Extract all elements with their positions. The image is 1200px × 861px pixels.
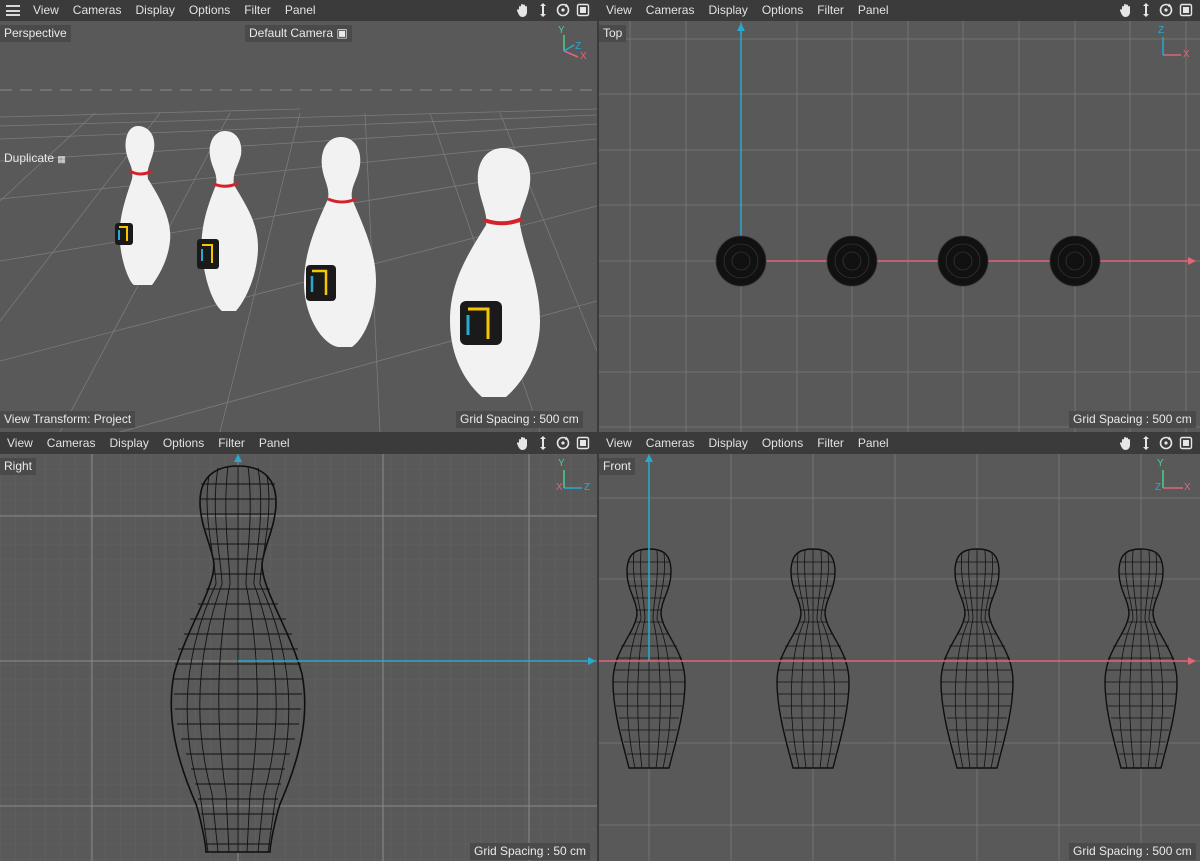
menu-panel[interactable]: Panel	[851, 433, 896, 454]
axis-y-label: Y	[558, 25, 565, 36]
grid-spacing: Grid Spacing : 50 cm	[470, 843, 591, 860]
axis-x-label: X	[1184, 482, 1191, 493]
camera-label[interactable]: Default Camera ▣	[245, 25, 352, 42]
rotate-icon[interactable]	[1158, 435, 1174, 451]
menu-view[interactable]: View	[26, 0, 66, 21]
axis-gizmo: Y X Z	[554, 458, 594, 494]
menu-cameras[interactable]: Cameras	[40, 433, 103, 454]
duplicate-text: Duplicate	[4, 151, 55, 165]
front-pin-4	[1104, 548, 1178, 769]
viewport-right[interactable]: View Cameras Display Options Filter Pane…	[0, 433, 597, 861]
axis-z-label: Z	[1158, 25, 1165, 36]
move-arrows-icon[interactable]	[1138, 435, 1154, 451]
axis-z-label: Z	[584, 482, 591, 493]
menu-display[interactable]: Display	[128, 0, 181, 21]
grid-spacing: Grid Spacing : 500 cm	[1069, 843, 1196, 860]
menu-display[interactable]: Display	[701, 0, 754, 21]
axis-x-label: X	[556, 482, 563, 493]
menu-panel[interactable]: Panel	[851, 0, 896, 21]
axis-z-label: Z	[1155, 482, 1162, 493]
menu-display[interactable]: Display	[701, 433, 754, 454]
perspective-scene	[0, 89, 597, 432]
hand-icon[interactable]	[1118, 435, 1134, 451]
front-pin-2	[776, 548, 850, 769]
menu-options[interactable]: Options	[755, 0, 810, 21]
menu-view[interactable]: View	[0, 433, 40, 454]
pin-3	[304, 137, 376, 347]
move-arrows-icon[interactable]	[535, 2, 551, 18]
viewport-name-top[interactable]: Top	[599, 25, 627, 42]
camera-name: Default Camera	[249, 26, 334, 40]
axis-y-label: Y	[558, 458, 565, 469]
grid-spacing: Grid Spacing : 500 cm	[456, 411, 583, 428]
front-scene	[599, 454, 1200, 861]
axis-x-label: X	[1183, 49, 1190, 60]
viewport-menubar: View Cameras Display Options Filter Pane…	[0, 0, 597, 21]
axis-y-label: Y	[1157, 458, 1164, 469]
top-canvas[interactable]: Top Grid Spacing : 500 cm Z X	[599, 21, 1200, 432]
maximize-icon[interactable]	[1178, 435, 1194, 451]
front-pin-3	[940, 548, 1014, 769]
grid-spacing: Grid Spacing : 500 cm	[1069, 411, 1196, 428]
rotate-icon[interactable]	[1158, 2, 1174, 18]
viewport-front[interactable]: View Cameras Display Options Filter Pane…	[599, 433, 1200, 861]
menu-options[interactable]: Options	[156, 433, 211, 454]
viewport-name-perspective[interactable]: Perspective	[0, 25, 71, 42]
hand-icon[interactable]	[515, 2, 531, 18]
menu-filter[interactable]: Filter	[810, 433, 851, 454]
viewport-menubar: View Cameras Display Options Filter Pane…	[599, 433, 1200, 454]
viewport-name-right[interactable]: Right	[0, 458, 37, 475]
menu-panel[interactable]: Panel	[278, 0, 323, 21]
pin-4	[450, 148, 540, 397]
top-scene	[599, 21, 1200, 432]
right-canvas[interactable]: Right Grid Spacing : 50 cm Y X Z	[0, 454, 597, 861]
viewport-top[interactable]: View Cameras Display Options Filter Pane…	[599, 0, 1200, 432]
menu-view[interactable]: View	[599, 433, 639, 454]
pin-1	[115, 126, 171, 285]
maximize-icon[interactable]	[575, 2, 591, 18]
maximize-icon[interactable]	[575, 435, 591, 451]
menu-filter[interactable]: Filter	[237, 0, 278, 21]
duplicate-icon: ▦	[57, 154, 66, 164]
menu-cameras[interactable]: Cameras	[639, 433, 702, 454]
viewport-name-front[interactable]: Front	[599, 458, 636, 475]
menu-filter[interactable]: Filter	[211, 433, 252, 454]
menu-cameras[interactable]: Cameras	[639, 0, 702, 21]
viewport-menubar: View Cameras Display Options Filter Pane…	[599, 0, 1200, 21]
hamburger-icon[interactable]	[6, 5, 20, 16]
axis-x-label: X	[580, 51, 587, 62]
viewport-perspective[interactable]: View Cameras Display Options Filter Pane…	[0, 0, 597, 432]
rotate-icon[interactable]	[555, 2, 571, 18]
duplicate-label: Duplicate ▦	[4, 151, 66, 167]
viewport-menubar: View Cameras Display Options Filter Pane…	[0, 433, 597, 454]
hand-icon[interactable]	[1118, 2, 1134, 18]
axis-gizmo: Y Z X	[556, 25, 590, 62]
menu-options[interactable]: Options	[182, 0, 237, 21]
move-arrows-icon[interactable]	[535, 435, 551, 451]
menu-options[interactable]: Options	[755, 433, 810, 454]
hand-icon[interactable]	[515, 435, 531, 451]
rotate-icon[interactable]	[555, 435, 571, 451]
move-arrows-icon[interactable]	[1138, 2, 1154, 18]
right-scene	[0, 454, 597, 861]
menu-cameras[interactable]: Cameras	[66, 0, 129, 21]
axis-gizmo: Y Z X	[1153, 458, 1193, 494]
camera-icon: ▣	[336, 26, 348, 40]
menu-view[interactable]: View	[599, 0, 639, 21]
menu-filter[interactable]: Filter	[810, 0, 851, 21]
axis-gizmo: Z X	[1157, 25, 1193, 61]
front-canvas[interactable]: Front Grid Spacing : 500 cm Y Z X	[599, 454, 1200, 861]
view-transform: View Transform: Project	[0, 411, 136, 428]
perspective-canvas[interactable]: Perspective Default Camera ▣ Duplicate ▦…	[0, 21, 597, 432]
menu-display[interactable]: Display	[102, 433, 155, 454]
menu-panel[interactable]: Panel	[252, 433, 297, 454]
maximize-icon[interactable]	[1178, 2, 1194, 18]
